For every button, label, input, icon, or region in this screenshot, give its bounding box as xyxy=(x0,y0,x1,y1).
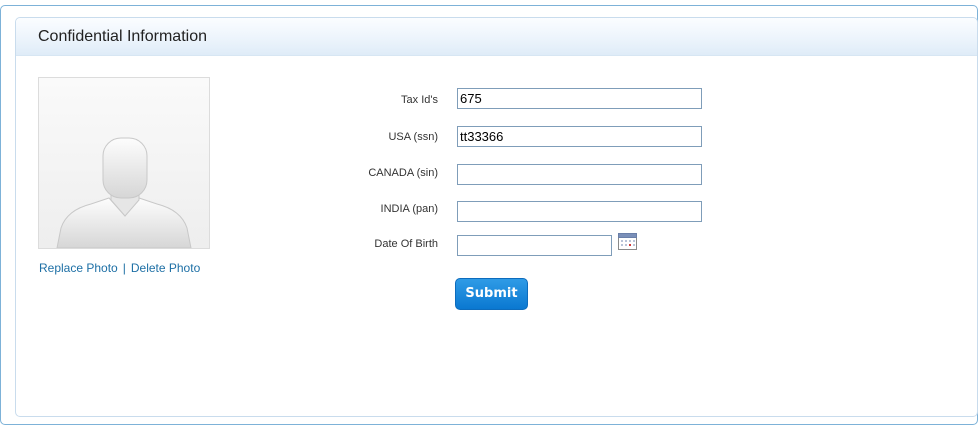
date-of-birth-label: Date Of Birth xyxy=(374,238,438,250)
tax-id-label: Tax Id's xyxy=(401,94,438,106)
user-silhouette-icon xyxy=(56,137,192,248)
india-pan-input[interactable] xyxy=(457,201,702,222)
usa-ssn-input[interactable] xyxy=(457,126,702,147)
india-pan-label: INDIA (pan) xyxy=(380,203,438,215)
photo-links: Replace Photo | Delete Photo xyxy=(39,261,200,275)
canada-sin-input[interactable] xyxy=(457,164,702,185)
profile-photo xyxy=(38,77,210,249)
calendar-icon[interactable] xyxy=(618,233,637,250)
date-of-birth-input[interactable] xyxy=(457,235,612,256)
link-separator: | xyxy=(122,261,126,275)
replace-photo-link[interactable]: Replace Photo xyxy=(39,261,118,275)
delete-photo-link[interactable]: Delete Photo xyxy=(131,261,200,275)
submit-button[interactable]: Submit xyxy=(455,278,528,310)
panel-title: Confidential Information xyxy=(38,28,207,45)
usa-ssn-label: USA (ssn) xyxy=(388,131,438,143)
tax-id-input[interactable] xyxy=(457,88,702,109)
canada-sin-label: CANADA (sin) xyxy=(368,167,438,179)
